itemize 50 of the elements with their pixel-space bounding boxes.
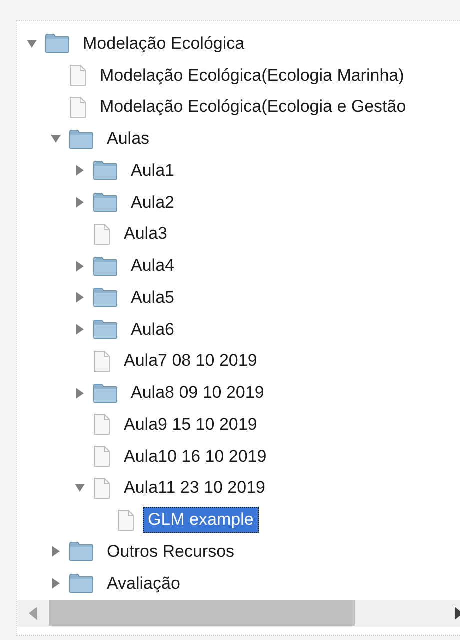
scrollbar-thumb[interactable] <box>49 600 355 626</box>
tree-item[interactable]: GLM example <box>143 507 259 534</box>
tree-item[interactable]: Aula5 <box>126 284 180 311</box>
expand-arrow-icon[interactable] <box>75 197 85 208</box>
expand-arrow-icon[interactable] <box>51 546 61 558</box>
tree-item[interactable]: Aula4 <box>126 253 180 280</box>
file-icon <box>117 510 135 531</box>
tree-item[interactable]: Aula7 08 10 2019 <box>119 348 262 374</box>
file-icon <box>69 96 87 118</box>
tree-item[interactable]: Aula10 16 10 2019 <box>119 444 272 470</box>
tree-item[interactable]: Modelação Ecológica(Ecologia Marinha) <box>95 62 410 89</box>
tree-item[interactable]: Outros Recursos <box>102 538 240 565</box>
tree-item[interactable]: Aula11 23 10 2019 <box>119 475 270 502</box>
folder-icon <box>69 574 94 594</box>
tree-item[interactable]: Aula6 <box>126 316 180 343</box>
folder-icon <box>93 161 118 180</box>
folder-icon <box>69 130 94 149</box>
expand-arrow-icon[interactable] <box>75 165 85 176</box>
tree-item[interactable]: Aula8 09 10 2019 <box>126 380 270 406</box>
folder-icon <box>93 384 118 403</box>
expand-arrow-icon[interactable] <box>75 324 85 336</box>
tree-item[interactable]: Aulas <box>102 126 155 152</box>
folder-icon <box>93 288 118 308</box>
file-icon <box>93 446 111 468</box>
tree-item[interactable]: Avaliação <box>102 570 186 597</box>
folder-icon <box>93 193 118 212</box>
folder-icon <box>93 320 118 340</box>
folder-icon <box>69 542 94 562</box>
expand-arrow-icon[interactable] <box>75 260 85 272</box>
tree-item[interactable]: Aula1 <box>126 158 180 184</box>
file-icon <box>69 65 87 86</box>
file-icon <box>93 350 111 372</box>
horizontal-scrollbar[interactable] <box>17 600 460 627</box>
scroll-left-icon[interactable] <box>29 606 37 620</box>
file-icon <box>93 478 111 499</box>
expand-arrow-icon[interactable] <box>75 292 85 304</box>
file-icon <box>93 414 111 436</box>
tree-item[interactable]: Aula9 15 10 2019 <box>119 412 262 438</box>
file-icon <box>93 224 111 245</box>
tree-item[interactable]: Aula2 <box>126 190 180 216</box>
tree-item[interactable]: Aula3 <box>119 221 172 248</box>
tree-item[interactable]: Modelação Ecológica(Ecologia e Gestão <box>95 94 412 120</box>
expand-arrow-icon[interactable] <box>75 388 85 399</box>
collapse-arrow-icon[interactable] <box>27 38 37 49</box>
folder-icon <box>93 256 118 276</box>
tree-item[interactable]: Modelação Ecológica <box>78 30 250 57</box>
collapse-arrow-icon[interactable] <box>75 483 85 494</box>
folder-icon <box>45 34 70 54</box>
collapse-arrow-icon[interactable] <box>51 134 61 144</box>
expand-arrow-icon[interactable] <box>51 578 61 590</box>
